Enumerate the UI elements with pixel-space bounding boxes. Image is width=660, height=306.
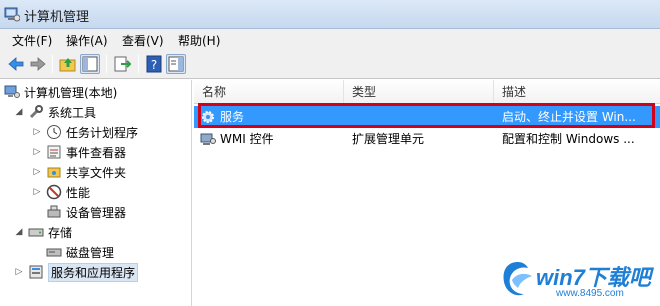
tree-item-performance[interactable]: ▷ 性能 bbox=[32, 182, 90, 202]
row-name: 服务 bbox=[220, 110, 245, 124]
column-header-type[interactable]: 类型 bbox=[344, 80, 494, 104]
tree-item-device-manager[interactable]: 设备管理器 bbox=[46, 202, 126, 222]
watermark-logo-icon bbox=[503, 262, 532, 296]
properties-icon[interactable] bbox=[166, 54, 186, 74]
row-description: 启动、终止并设置 Win... bbox=[502, 110, 636, 124]
shared-folder-icon bbox=[47, 167, 61, 178]
row-name: WMI 控件 bbox=[220, 132, 274, 146]
watermark-url: www.8495.com bbox=[556, 288, 624, 299]
watermark: win7下载吧 www.8495.com bbox=[494, 256, 654, 304]
back-arrow-icon[interactable] bbox=[6, 54, 26, 74]
menu-help[interactable]: 帮助(H) bbox=[178, 32, 220, 49]
computer-management-icon bbox=[4, 7, 20, 22]
tree-item-storage[interactable]: ◢ 存储 bbox=[14, 222, 72, 242]
tree-item-task-scheduler[interactable]: ▷ 任务计划程序 bbox=[32, 122, 138, 142]
help-icon[interactable]: ? bbox=[144, 54, 164, 74]
title-bar: 计算机管理 bbox=[0, 0, 660, 29]
window-title: 计算机管理 bbox=[24, 10, 90, 25]
tree-item-computer-management[interactable]: 计算机管理(本地) bbox=[4, 82, 117, 102]
computer-icon bbox=[4, 85, 20, 98]
forward-arrow-icon[interactable] bbox=[28, 54, 48, 74]
navigation-tree: 计算机管理(本地) ◢ 系统工具 ▷ 任务计划程序 ▷ 事件查看器 ▷ 共享文件… bbox=[0, 80, 192, 306]
list-row-services[interactable]: 服务 启动、终止并设置 Win... bbox=[194, 106, 660, 128]
svg-text:?: ? bbox=[151, 58, 157, 72]
toolbar: ? bbox=[0, 51, 660, 79]
wmi-icon bbox=[200, 133, 216, 145]
tree-item-system-tools[interactable]: ◢ 系统工具 bbox=[14, 102, 96, 122]
list-row-wmi[interactable]: WMI 控件 扩展管理单元 配置和控制 Windows ... bbox=[194, 128, 660, 150]
tree-item-disk-management[interactable]: 磁盘管理 bbox=[46, 242, 114, 262]
tree-item-event-viewer[interactable]: ▷ 事件查看器 bbox=[32, 142, 126, 162]
row-type bbox=[352, 106, 492, 128]
menu-view[interactable]: 查看(V) bbox=[122, 32, 164, 49]
menu-file[interactable]: 文件(F) bbox=[12, 32, 52, 49]
disk-icon bbox=[46, 248, 62, 257]
tree-item-services-and-applications[interactable]: ▷ 服务和应用程序 bbox=[14, 262, 139, 282]
tools-icon bbox=[29, 105, 43, 119]
event-viewer-icon bbox=[47, 145, 61, 159]
menu-action[interactable]: 操作(A) bbox=[66, 32, 108, 49]
up-folder-icon[interactable] bbox=[58, 54, 78, 74]
column-header-name[interactable]: 名称 bbox=[194, 80, 344, 104]
gear-icon bbox=[202, 111, 214, 123]
device-manager-icon bbox=[47, 205, 61, 218]
services-apps-icon bbox=[29, 265, 43, 279]
performance-icon bbox=[46, 184, 62, 200]
row-type: 扩展管理单元 bbox=[352, 132, 425, 146]
export-list-icon[interactable] bbox=[112, 54, 132, 74]
column-header-description[interactable]: 描述 bbox=[494, 80, 660, 104]
clock-icon bbox=[47, 125, 61, 139]
menu-bar: 文件(F) 操作(A) 查看(V) 帮助(H) bbox=[0, 29, 660, 51]
row-description: 配置和控制 Windows ... bbox=[502, 132, 635, 146]
list-header: 名称 类型 描述 bbox=[194, 80, 660, 104]
storage-icon bbox=[28, 228, 44, 237]
show-hide-tree-icon[interactable] bbox=[80, 54, 100, 74]
tree-item-shared-folders[interactable]: ▷ 共享文件夹 bbox=[32, 162, 126, 182]
